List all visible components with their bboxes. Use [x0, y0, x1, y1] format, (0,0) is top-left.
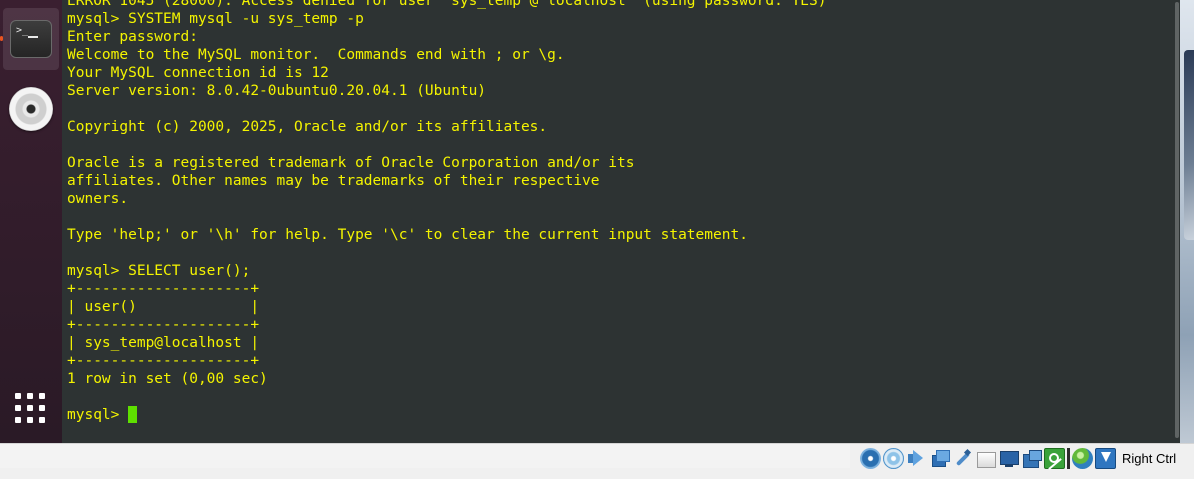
terminal-line: | user() | [67, 299, 260, 315]
ubuntu-dock: >_ [0, 0, 62, 443]
dock-item-terminal[interactable]: >_ [3, 8, 59, 70]
usb-icon[interactable] [952, 448, 973, 469]
terminal-line: affiliates. Other names may be trademark… [67, 173, 600, 189]
terminal-line: mysql> SELECT user(); [67, 263, 251, 279]
terminal-line: 1 row in set (0,00 sec) [67, 371, 268, 387]
terminal-icon: >_ [10, 20, 52, 58]
dock-item-dvd[interactable] [3, 78, 59, 140]
terminal-line: Type 'help;' or '\h' for help. Type '\c'… [67, 227, 748, 243]
virtualbox-status-bar: Right Ctrl [0, 443, 1194, 479]
terminal-line: owners. [67, 191, 129, 207]
terminal-output: ERROR 1045 (28000): Access denied for us… [67, 0, 827, 424]
status-bar-empty-area [0, 444, 850, 468]
apps-grid-icon [15, 393, 47, 425]
display-icon[interactable] [998, 448, 1019, 469]
host-key-label[interactable]: Right Ctrl [1122, 448, 1176, 469]
terminal-window[interactable]: ERROR 1045 (28000): Access denied for us… [62, 0, 1180, 443]
terminal-line: +--------------------+ [67, 281, 260, 297]
terminal-line: Copyright (c) 2000, 2025, Oracle and/or … [67, 119, 548, 135]
terminal-line: Oracle is a registered trademark of Orac… [67, 155, 635, 171]
terminal-line: ERROR 1045 (28000): Access denied for us… [67, 0, 827, 9]
terminal-line: mysql> SYSTEM mysql -u sys_temp -p [67, 11, 364, 27]
terminal-line: Enter password: [67, 29, 198, 45]
terminal-line: Welcome to the MySQL monitor. Commands e… [67, 47, 565, 63]
terminal-cursor [128, 406, 138, 423]
screen: >_ ERROR 1045 (28000): Access denied for… [0, 0, 1194, 479]
terminal-prompt-line[interactable]: mysql> [67, 406, 827, 424]
mouse-integration-icon[interactable] [1095, 447, 1116, 469]
status-bar-indicators: Right Ctrl [860, 447, 1176, 469]
hard-disk-icon[interactable] [860, 447, 881, 469]
mysql-prompt: mysql> [67, 407, 129, 423]
guest-features-icon[interactable] [1072, 447, 1093, 469]
network-icon[interactable] [929, 448, 950, 469]
status-separator [1067, 447, 1070, 469]
terminal-scrollbar-thumb[interactable] [1175, 2, 1179, 438]
host-desktop-background [1180, 0, 1194, 479]
dvd-icon [9, 87, 53, 131]
terminal-line: | sys_temp@localhost | [67, 335, 260, 351]
recording-icon[interactable] [1044, 447, 1065, 469]
show-applications-button[interactable] [3, 378, 59, 440]
terminal-scrollbar[interactable] [1174, 0, 1180, 443]
optical-drive-icon[interactable] [883, 447, 904, 469]
terminal-line: Server version: 8.0.42-0ubuntu0.20.04.1 … [67, 83, 487, 99]
terminal-line: +--------------------+ [67, 317, 260, 333]
terminal-line: Your MySQL connection id is 12 [67, 65, 329, 81]
terminal-line: +--------------------+ [67, 353, 260, 369]
audio-icon[interactable] [906, 448, 927, 469]
video-capture-icon[interactable] [1021, 448, 1042, 469]
shared-folders-icon[interactable] [975, 448, 996, 469]
terminal-icon-glyph: >_ [16, 25, 29, 36]
